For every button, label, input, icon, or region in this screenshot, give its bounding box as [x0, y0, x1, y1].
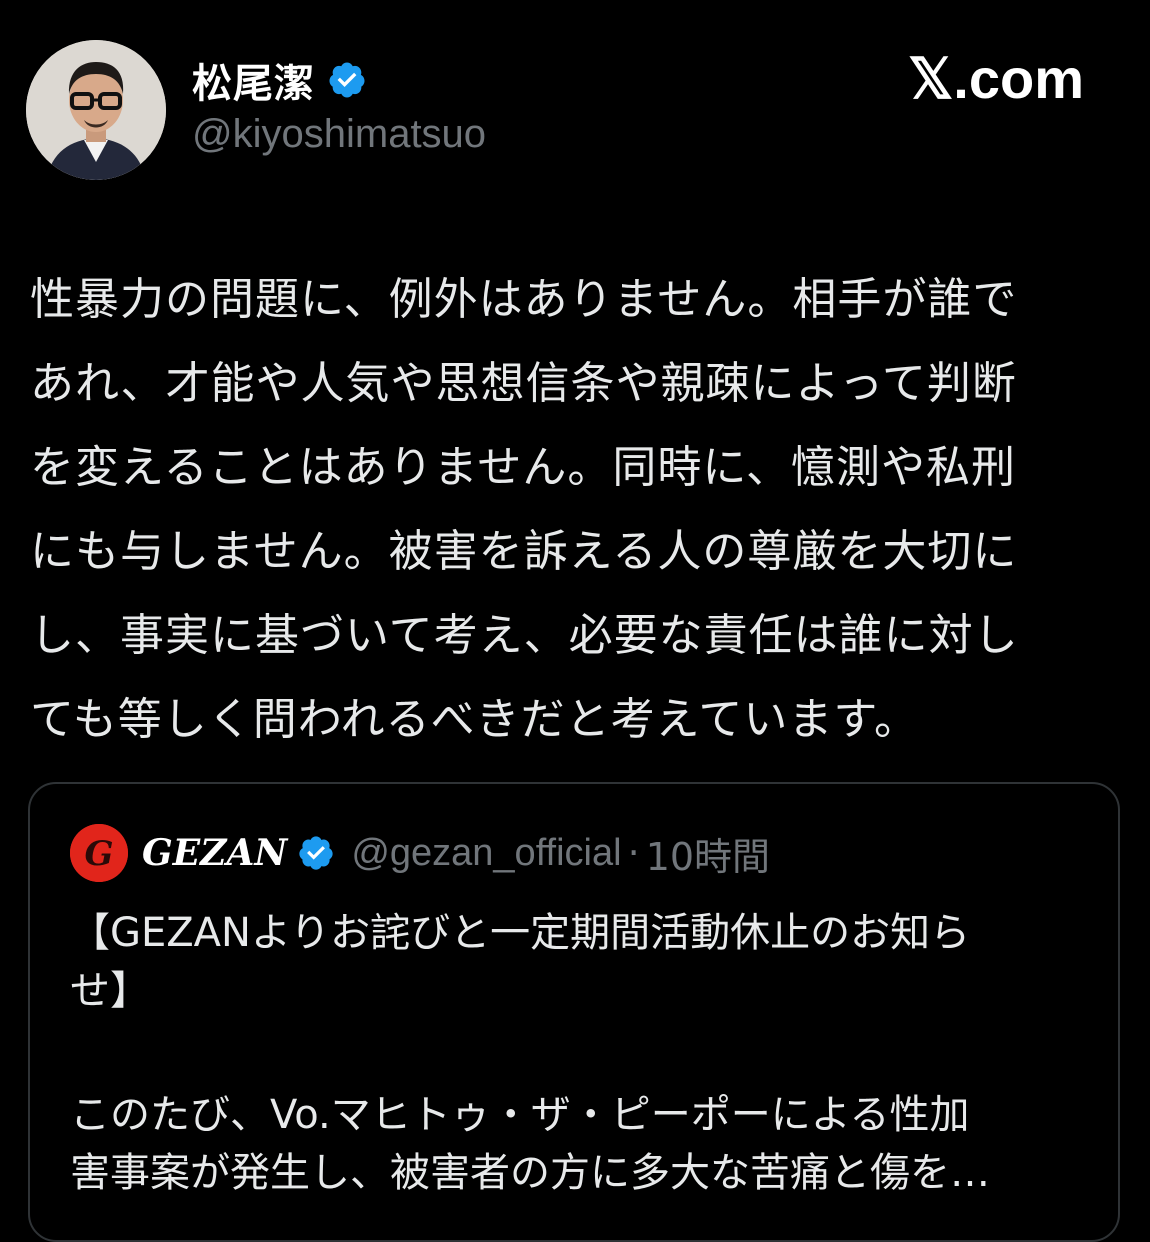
- dot-separator: ·: [627, 831, 640, 875]
- svg-text:G: G: [84, 834, 113, 874]
- quoted-handle[interactable]: @gezan_official: [351, 832, 621, 875]
- x-logo-site-label: 𝕏.com: [908, 47, 1084, 110]
- tweet-text: 性暴力の問題に、例外はありません。相手が誰で あれ、才能や人気や思想信条や親疎に…: [30, 274, 1019, 745]
- author-avatar[interactable]: [26, 40, 166, 180]
- author-handle[interactable]: @kiyoshimatsuo: [192, 112, 486, 157]
- author-name-row: 松尾潔: [192, 52, 367, 108]
- gezan-avatar[interactable]: G: [70, 824, 128, 882]
- quoted-tweet-header: G GEZAN @gezan_official · 10時間: [70, 824, 770, 882]
- verified-badge-icon: [327, 60, 367, 100]
- quoted-tweet-title: 【GEZANよりお詫びと一定期間活動休止のお知ら せ】: [70, 910, 971, 1014]
- quoted-tweet-body: このたび、Vo.マヒトゥ・ザ・ピーポーによる性加 害事案が発生し、被害者の方に多…: [70, 1092, 990, 1196]
- quoted-display-name[interactable]: GEZAN: [142, 832, 287, 874]
- quoted-timestamp[interactable]: 10時間: [646, 826, 770, 881]
- gezan-logo-icon: G: [70, 824, 128, 882]
- quoted-tweet-card[interactable]: G GEZAN @gezan_official · 10時間 【GEZANよりお…: [28, 782, 1120, 1242]
- profile-photo: [26, 40, 166, 180]
- author-display-name[interactable]: 松尾潔: [192, 51, 315, 109]
- verified-badge-icon: [297, 834, 335, 872]
